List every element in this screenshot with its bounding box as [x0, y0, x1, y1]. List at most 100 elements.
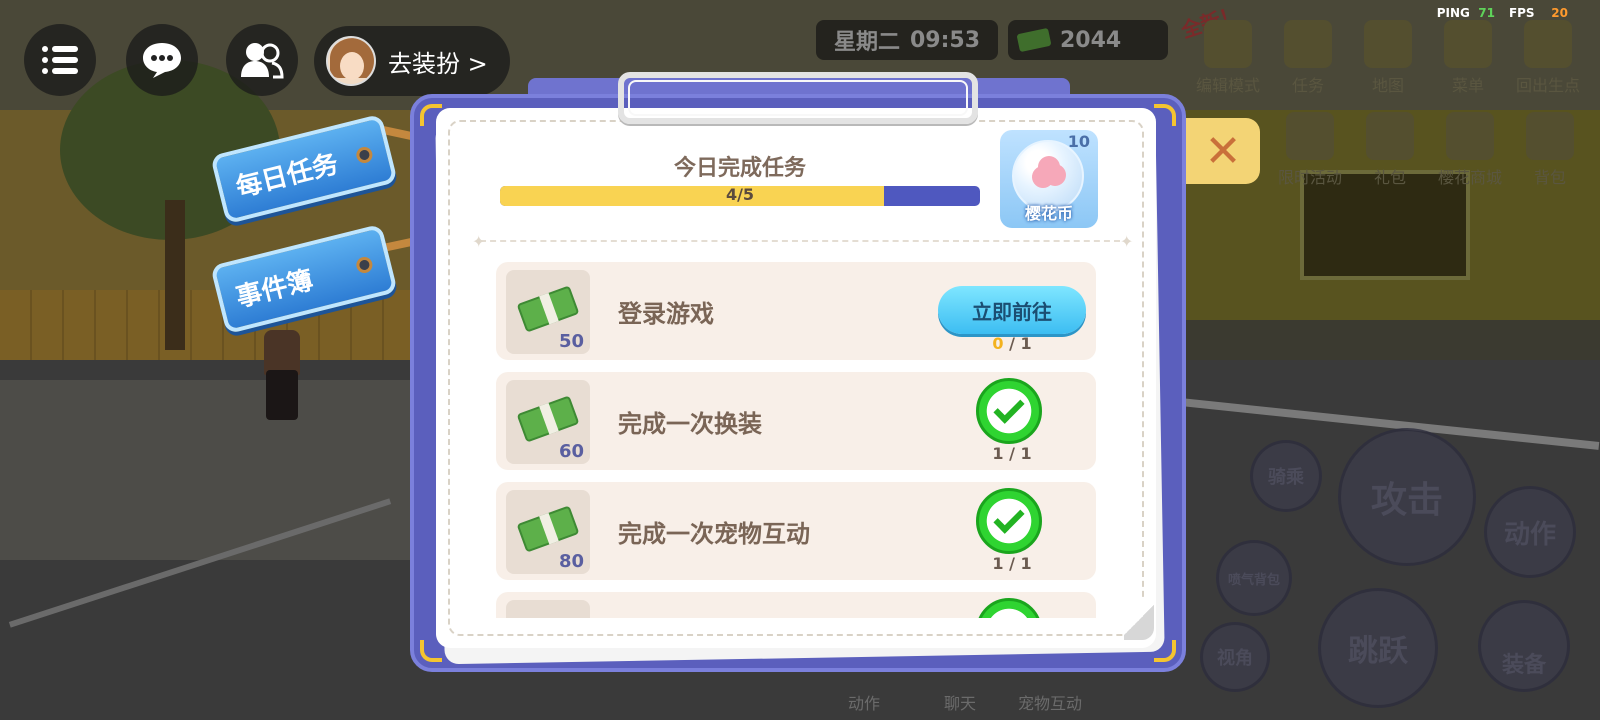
task-title: 完成一次宠物互动 [618, 520, 810, 548]
divider-star-icon: ✦ [1120, 232, 1134, 251]
menu-item-label: 地图 [1371, 76, 1404, 95]
progress-done: 0 [992, 334, 1004, 353]
task-progress: 1 / 1 [992, 444, 1032, 463]
task-icon [1284, 20, 1332, 68]
gift-icon [1366, 112, 1414, 160]
menu-item-label: 任务 [1291, 76, 1324, 95]
dress-up-label: 去装扮 > [388, 49, 488, 78]
menu-item-menu[interactable]: 菜单 [1428, 20, 1508, 110]
menu-item-label: 背包 [1533, 168, 1566, 187]
friends-button[interactable] [226, 24, 298, 96]
map-icon [1364, 20, 1412, 68]
menu-item-label: 礼包 [1373, 168, 1406, 187]
ping-label: PING [1436, 6, 1470, 20]
clipboard-clip-inner [628, 80, 968, 116]
character-legs [266, 370, 298, 420]
player-character [262, 330, 302, 420]
menu-item-task[interactable]: 任务 [1268, 20, 1348, 110]
shop-icon [1446, 112, 1494, 160]
ping-value: 71 [1478, 6, 1495, 20]
task-row: 80 完成一次宠物互动 1 / 1 [496, 482, 1096, 580]
menu-item-backpack[interactable]: 背包 [1510, 112, 1590, 202]
cash-stack-icon [516, 395, 580, 443]
task-progress: 0 / 1 [958, 334, 1066, 353]
bottom-pet-label[interactable]: 宠物互动 [1018, 690, 1082, 714]
sidewalk [0, 380, 420, 560]
menu-item-edit-mode[interactable]: 编辑模式 [1188, 20, 1268, 110]
tag-hole [354, 255, 375, 275]
cash-reward-icon: 80 [506, 490, 590, 574]
network-stats: PING 71 FPS 20 [1437, 6, 1568, 20]
menu-item-label: 编辑模式 [1195, 76, 1260, 95]
fps-label: FPS [1508, 6, 1535, 20]
progress-text: 4/5 [725, 185, 755, 204]
frame-corner [1154, 104, 1176, 126]
divider-star-icon: ✦ [472, 232, 486, 251]
menu-item-map[interactable]: 地图 [1348, 20, 1428, 110]
avatar-face [340, 52, 364, 80]
money-display: 2044 [1008, 20, 1168, 60]
attack-button[interactable]: 攻击 [1338, 428, 1476, 566]
day-label: 星期二 [833, 30, 900, 55]
friends-icon [241, 43, 284, 79]
jump-button[interactable]: 跳跃 [1318, 588, 1438, 708]
checkmark-icon [976, 598, 1042, 618]
backpack-icon [1526, 112, 1574, 160]
time-label: 09:53 [909, 27, 981, 53]
progress-total: / 1 [1009, 334, 1032, 353]
reward-amount: 50 [558, 331, 584, 352]
cash-reward-icon [506, 600, 590, 618]
checkmark-icon [976, 488, 1042, 554]
camera-view-button[interactable]: 视角 [1200, 622, 1270, 692]
dress-up-button[interactable]: 去装扮 > [314, 26, 510, 96]
chat-bubble-icon [143, 43, 181, 78]
crown-icon [1286, 112, 1334, 160]
task-row: 50 登录游戏 立即前往 0 / 1 [496, 262, 1096, 360]
ride-button[interactable]: 骑乘 [1250, 440, 1322, 512]
cash-icon [1016, 27, 1052, 53]
go-now-button[interactable]: 立即前往 [938, 286, 1086, 334]
cash-stack-icon [516, 505, 580, 553]
cash-reward-icon: 60 [506, 380, 590, 464]
money-value: 2044 [1060, 27, 1122, 53]
event-book-label: 事件簿 [233, 264, 317, 313]
avatar [326, 36, 376, 86]
menu-item-gift[interactable]: 礼包 [1350, 112, 1430, 202]
close-button[interactable]: ✕ [1186, 118, 1260, 184]
close-icon: ✕ [1204, 125, 1242, 177]
task-title: 登录游戏 [618, 300, 714, 328]
paper-page-curl [1124, 600, 1154, 640]
bottom-emote-label[interactable]: 动作 [848, 690, 880, 714]
reward-count: 10 [1067, 132, 1090, 151]
checkmark-icon [976, 378, 1042, 444]
menu-item-shop[interactable]: 樱花商城 [1430, 112, 1510, 202]
menu-scroll-icon [1444, 20, 1492, 68]
section-divider [480, 240, 1120, 242]
bottom-chat-label[interactable]: 聊天 [944, 690, 976, 714]
task-progress: 1 / 1 [992, 554, 1032, 573]
cash-stack-icon [516, 285, 580, 333]
task-title: 完成一次换装 [618, 410, 762, 438]
reward-label: 樱花币 [1024, 204, 1073, 223]
hamburger-icon [42, 46, 78, 74]
day-time-display: 星期二 09:53 [816, 20, 998, 60]
equip-button[interactable]: 装备 [1478, 600, 1570, 692]
task-row: 60 完成一次换装 1 / 1 [496, 372, 1096, 470]
jetpack-button[interactable]: 喷气背包 [1216, 540, 1292, 616]
edit-mode-icon [1204, 20, 1252, 68]
tag-hole [354, 145, 375, 165]
sakura-coin-reward[interactable]: 10 樱花币 [1000, 130, 1098, 228]
task-list[interactable]: 50 登录游戏 立即前往 0 / 1 60 完成一次换装 1 / 1 80 完成… [496, 262, 1096, 618]
chat-button[interactable] [126, 24, 198, 96]
tree-trunk [165, 200, 185, 350]
check-glyph [993, 502, 1025, 534]
menu-item-spawn[interactable]: 回出生点 [1508, 20, 1588, 110]
menu-item-label: 樱花商城 [1437, 168, 1502, 187]
reward-amount: 80 [558, 551, 584, 572]
progress-title: 今日完成任务 [673, 156, 806, 181]
main-menu-button[interactable] [24, 24, 96, 96]
emote-button[interactable]: 动作 [1484, 486, 1576, 578]
menu-item-label: 回出生点 [1515, 76, 1580, 95]
menu-item-limited-event[interactable]: 限时活动 [1270, 112, 1350, 202]
reward-amount: 60 [558, 441, 584, 462]
